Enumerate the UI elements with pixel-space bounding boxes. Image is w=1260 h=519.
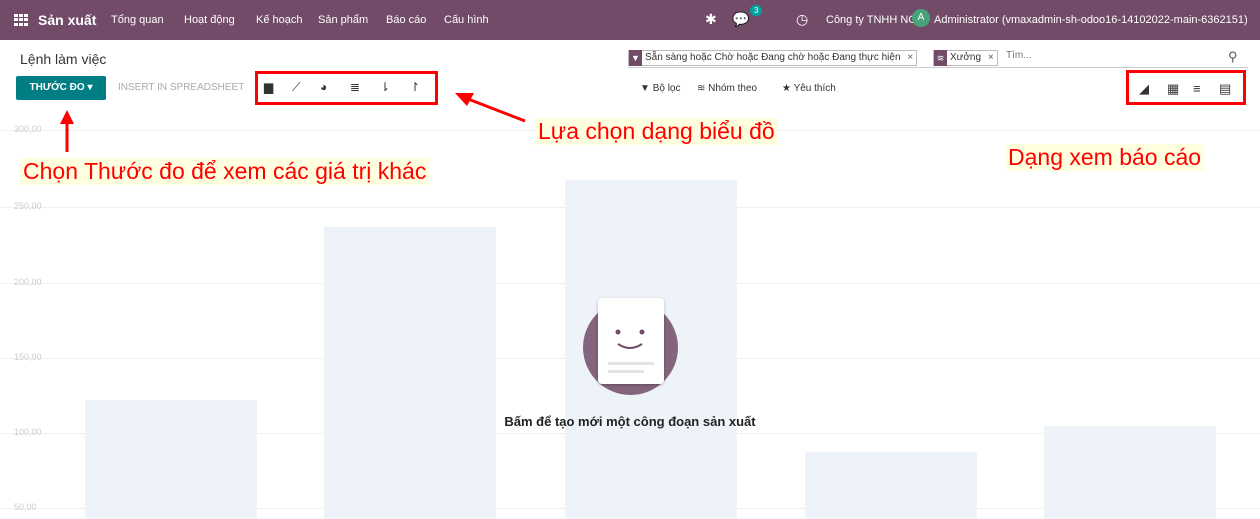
annotation-arrows	[60, 93, 526, 152]
chart-type-arrow	[467, 97, 526, 123]
measure-arrowhead	[60, 110, 74, 124]
